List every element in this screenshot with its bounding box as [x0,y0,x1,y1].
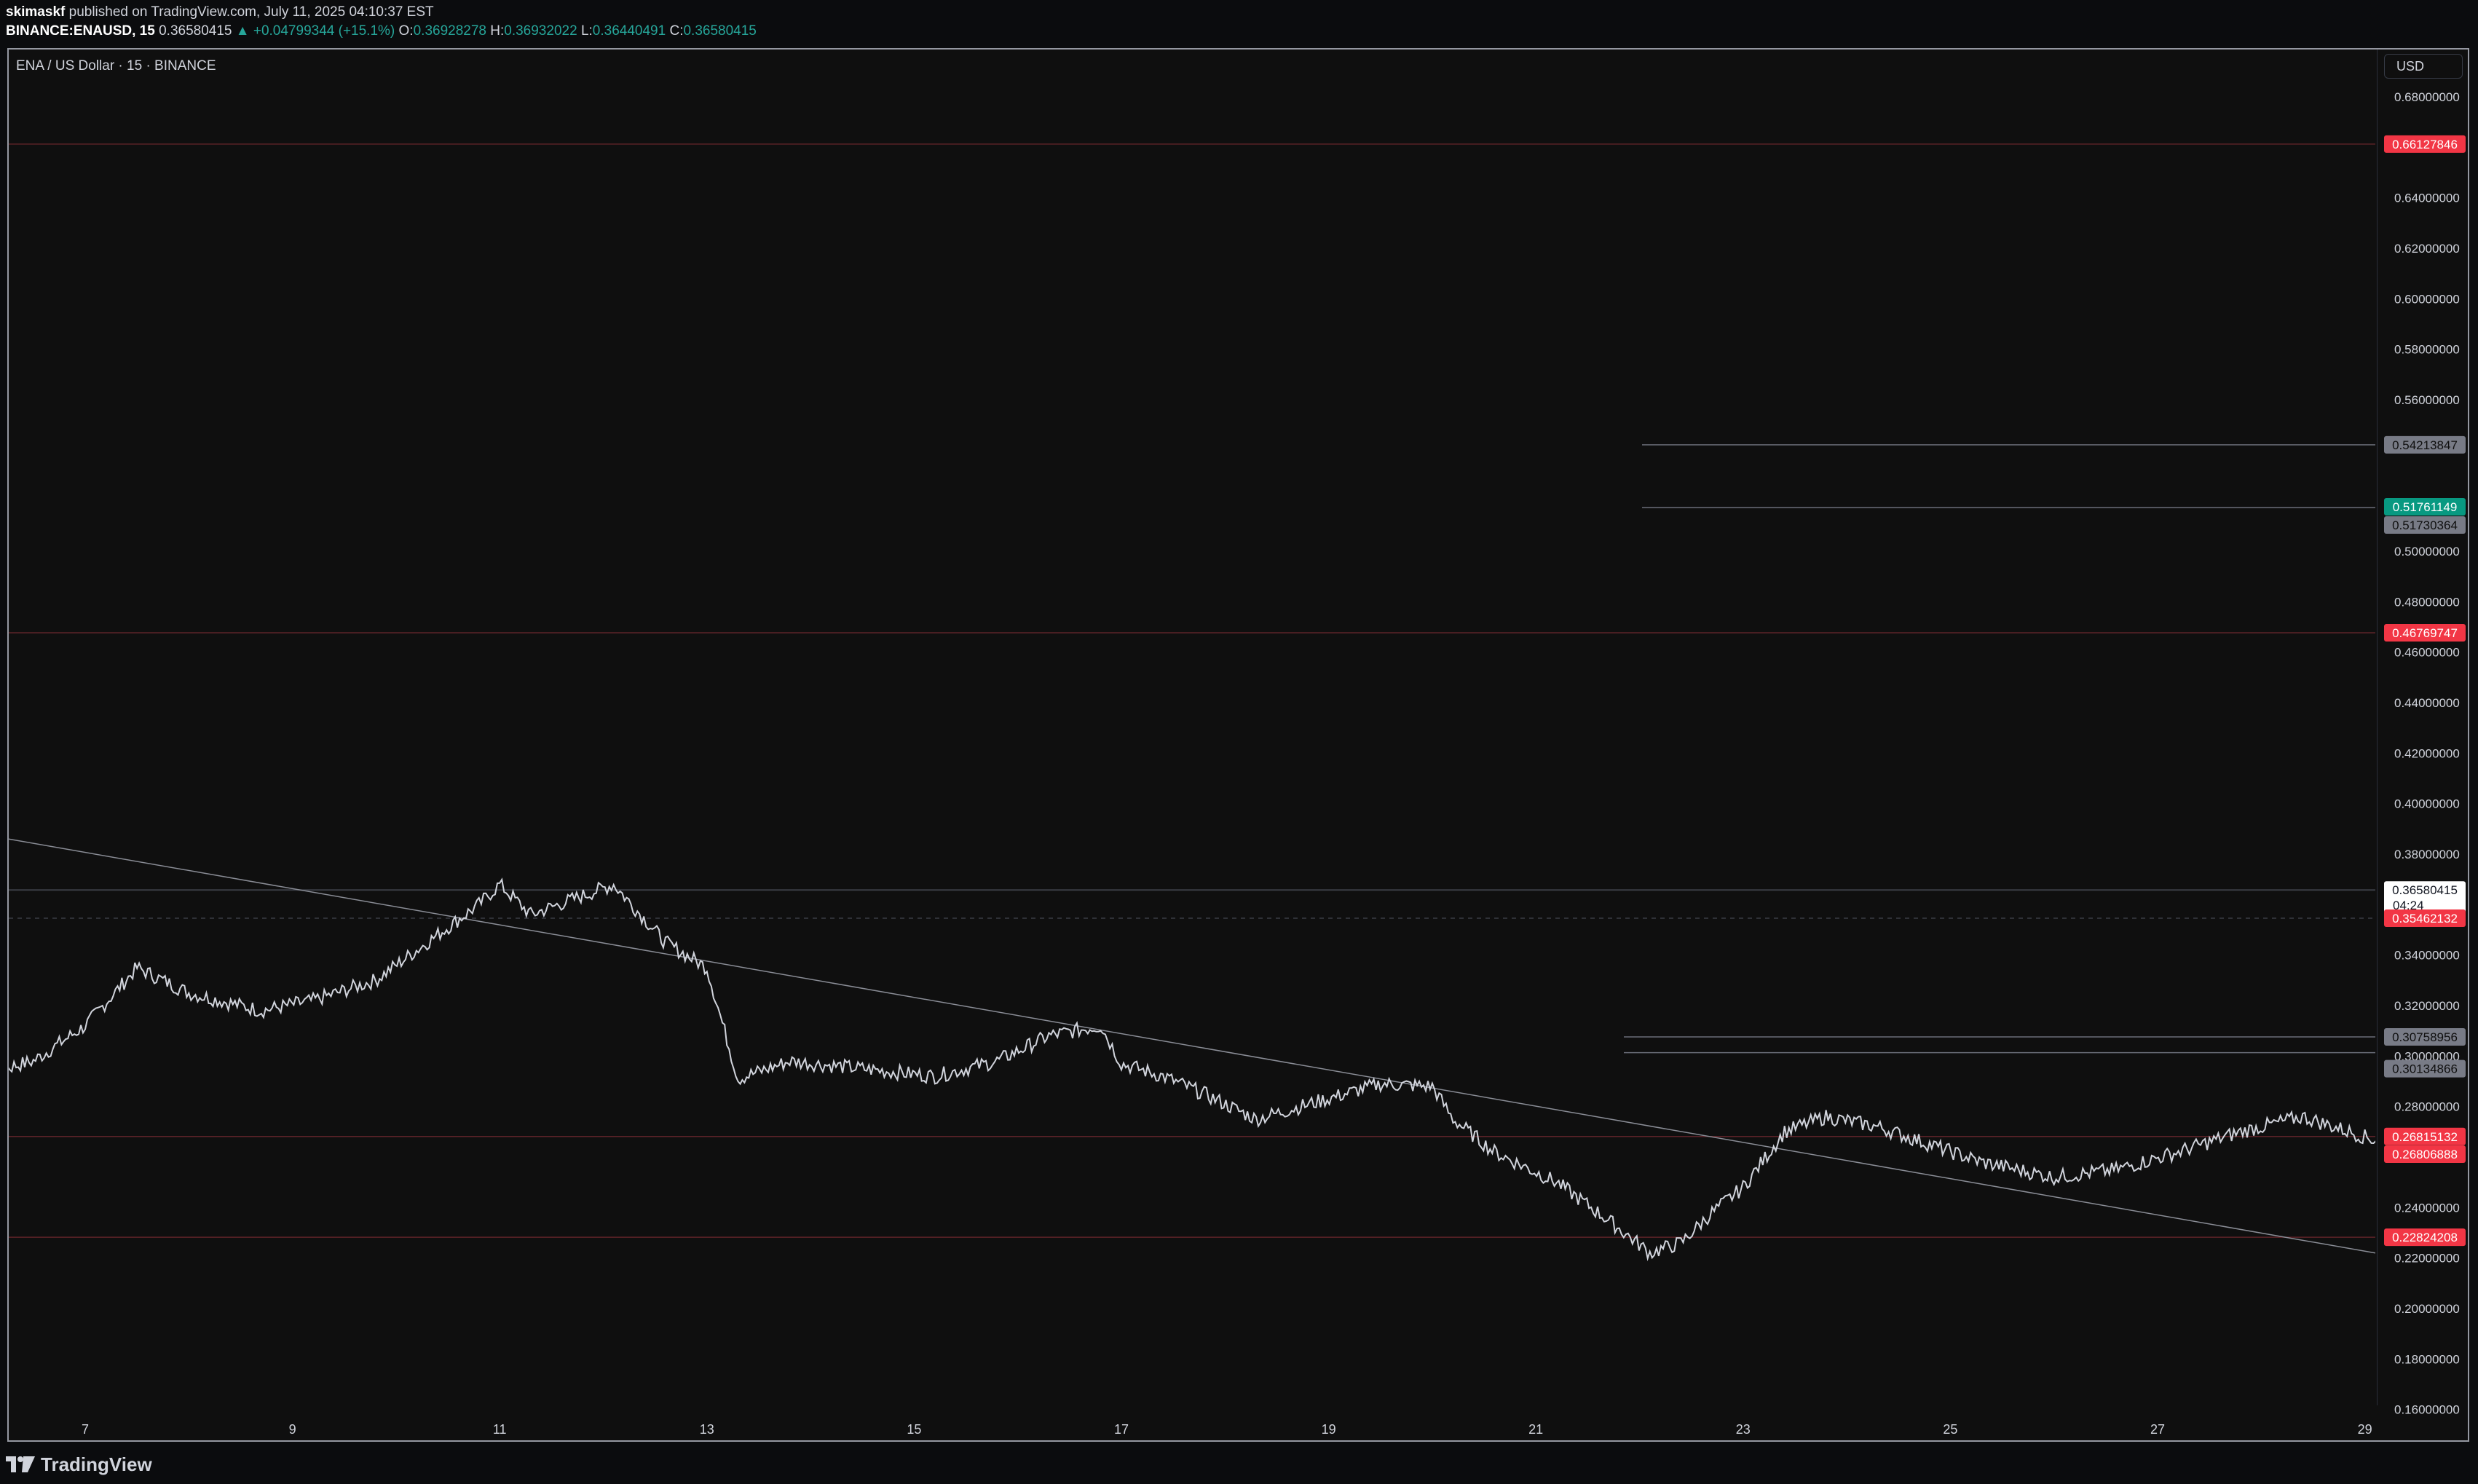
price-chart[interactable]: 0.16000000 0.18000000 0.20000000 0.22000000… [0,0,2478,1484]
price-badge-label: 0.66127846 [2392,138,2458,151]
x-tick-label: 11 [493,1422,507,1437]
price-badge-label: 0.35462132 [2392,912,2458,925]
y-tick-label: 0.32000000 [2394,999,2460,1013]
y-tick-label: 0.50000000 [2394,545,2460,559]
x-tick-label: 23 [1736,1422,1751,1437]
tradingview-logo-icon [6,1456,35,1472]
y-tick-label: 0.58000000 [2394,343,2460,357]
x-tick-label: 17 [1114,1422,1129,1437]
y-tick-label: 0.64000000 [2394,192,2460,205]
x-tick-label: 27 [2150,1422,2165,1437]
y-tick-label: 0.24000000 [2394,1201,2460,1215]
y-tick-label: 0.68000000 [2394,90,2460,104]
chart-legend-title: ENA / US Dollar · 15 · BINANCE [16,58,216,74]
currency-button[interactable]: USD [2384,54,2463,79]
footer-brand-text: TradingView [41,1453,152,1475]
y-tick-label: 0.28000000 [2394,1100,2460,1114]
price-series-line[interactable] [0,762,2478,1262]
descending-trendline[interactable] [9,838,2375,1254]
y-tick-label: 0.16000000 [2394,1403,2460,1417]
y-tick-label: 0.46000000 [2394,646,2460,660]
y-tick-label: 0.18000000 [2394,1352,2460,1366]
x-tick-label: 25 [1943,1422,1957,1437]
footer-brand[interactable]: TradingView [6,1452,152,1477]
y-tick-label: 0.62000000 [2394,242,2460,256]
y-tick-label: 0.34000000 [2394,949,2460,963]
x-tick-label: 21 [1528,1422,1543,1437]
y-tick-label: 0.22000000 [2394,1252,2460,1266]
price-badge-label: 0.46769747 [2392,626,2458,640]
y-tick-label: 0.56000000 [2394,393,2460,407]
price-badge-label: 0.36580415 [2392,883,2458,897]
price-badge-label: 0.30758956 [2392,1030,2458,1044]
price-badge-label: 0.54213847 [2392,438,2458,452]
price-axis-separator [2377,50,2378,1405]
price-badge-label: 0.30134866 [2392,1062,2458,1076]
x-tick-label: 29 [2358,1422,2372,1437]
y-tick-label: 0.40000000 [2394,797,2460,811]
x-tick-label: 9 [289,1422,296,1437]
y-tick-label: 0.42000000 [2394,746,2460,760]
y-tick-label: 0.20000000 [2394,1302,2460,1316]
price-badge-label: 0.22824208 [2392,1231,2458,1244]
price-badge-label: 0.26806888 [2392,1148,2458,1161]
price-badge-label: 0.51730364 [2392,518,2458,532]
y-tick-label: 0.44000000 [2394,696,2460,710]
x-tick-label: 7 [82,1422,89,1437]
price-badge-label: 0.51761149 [2393,500,2458,514]
y-tick-label: 0.60000000 [2394,292,2460,306]
x-tick-label: 15 [907,1422,921,1437]
y-tick-label: 0.38000000 [2394,848,2460,861]
price-badge-label: 0.26815132 [2392,1130,2458,1144]
x-tick-label: 13 [700,1422,714,1437]
x-tick-label: 19 [1322,1422,1336,1437]
y-tick-label: 0.48000000 [2394,595,2460,609]
